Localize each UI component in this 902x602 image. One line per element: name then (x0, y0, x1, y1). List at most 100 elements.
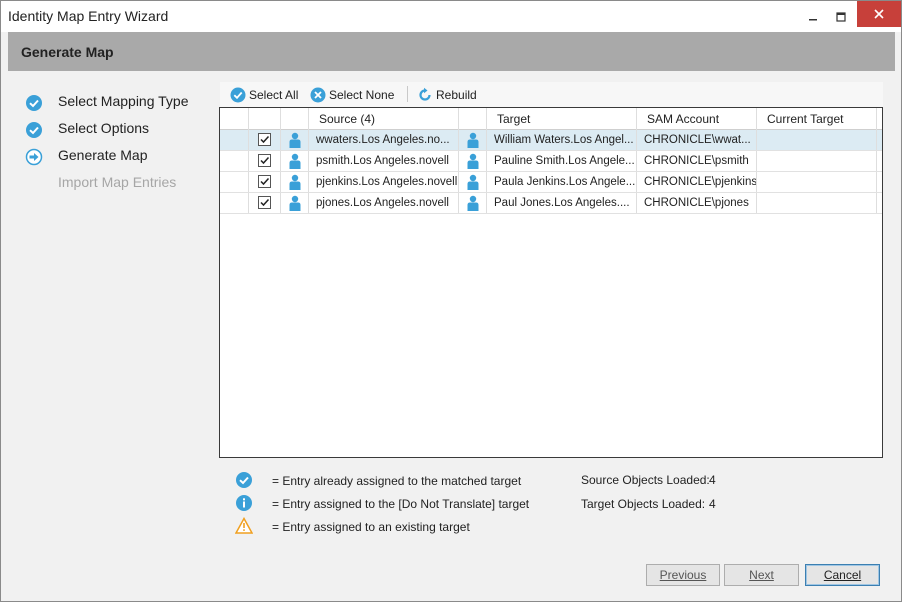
window-title: Identity Map Entry Wizard (8, 8, 169, 24)
next-button[interactable]: Next (724, 564, 799, 586)
step-select-mapping-type: Select Mapping Type (25, 89, 205, 116)
check-circle-icon (230, 87, 246, 103)
table-row[interactable]: pjones.Los Angeles.novell Paul Jones.Los… (220, 193, 882, 214)
table-row[interactable]: pjenkins.Los Angeles.novell Paula Jenkin… (220, 172, 882, 193)
wizard-steps: Select Mapping Type Select Options Gener… (25, 89, 205, 197)
column-header-checkbox[interactable] (249, 108, 281, 130)
current-target-cell (757, 151, 877, 171)
user-icon (467, 153, 479, 169)
step-generate-map: Generate Map (25, 143, 205, 170)
page-header: Generate Map (8, 32, 895, 71)
target-objects-stat: Target Objects Loaded: 4 (581, 497, 781, 515)
column-header-source-icon[interactable] (281, 108, 309, 130)
wizard-window: Identity Map Entry Wizard Generate Map S… (0, 0, 902, 602)
minimize-button[interactable] (799, 1, 827, 32)
table-row[interactable]: wwaters.Los Angeles.no... William Waters… (220, 130, 882, 151)
select-all-label: Select All (249, 88, 299, 102)
toolbar-separator (407, 86, 408, 102)
table-row[interactable]: psmith.Los Angeles.novell Pauline Smith.… (220, 151, 882, 172)
x-circle-icon (310, 87, 326, 103)
legend-text: = Entry already assigned to the matched … (272, 474, 522, 488)
refresh-icon (419, 87, 431, 101)
rebuild-button[interactable]: Rebuild (417, 85, 477, 105)
select-none-button[interactable]: Select None (310, 85, 394, 105)
target-objects-value: 4 (709, 497, 716, 511)
step-label: Select Mapping Type (58, 93, 189, 109)
sam-account-cell: CHRONICLE\wwat... (637, 130, 757, 150)
maximize-icon (836, 11, 846, 22)
column-header-current-target[interactable]: Current Target (757, 108, 877, 130)
user-icon (289, 153, 301, 169)
target-cell: Paul Jones.Los Angeles.... (487, 193, 637, 213)
next-label: Next (749, 568, 774, 582)
current-target-cell (757, 193, 877, 213)
warning-triangle-icon (235, 517, 253, 534)
sam-account-cell: CHRONICLE\pjenkins (637, 172, 757, 192)
previous-button[interactable]: Previous (646, 564, 720, 586)
column-header-target-icon[interactable] (459, 108, 487, 130)
row-checkbox[interactable] (258, 133, 271, 146)
checkmark-icon (260, 177, 270, 186)
target-objects-label: Target Objects Loaded: (581, 497, 706, 511)
info-circle-icon (236, 495, 252, 511)
cancel-button[interactable]: Cancel (805, 564, 880, 586)
grid-header: Source (4) Target SAM Account Current Ta… (220, 108, 882, 130)
source-cell: wwaters.Los Angeles.no... (309, 130, 459, 150)
user-icon (467, 132, 479, 148)
row-checkbox[interactable] (258, 196, 271, 209)
user-icon (289, 195, 301, 211)
source-objects-stat: Source Objects Loaded: 4 (581, 473, 781, 491)
checkmark-icon (260, 156, 270, 165)
column-header-status[interactable] (220, 108, 249, 130)
user-icon (289, 174, 301, 190)
source-cell: psmith.Los Angeles.novell (309, 151, 459, 171)
step-select-options: Select Options (25, 116, 205, 143)
step-label: Generate Map (58, 147, 148, 163)
column-header-source[interactable]: Source (4) (309, 108, 459, 130)
target-cell: Paula Jenkins.Los Angele... (487, 172, 637, 192)
user-icon (467, 174, 479, 190)
map-entries-grid: Source (4) Target SAM Account Current Ta… (219, 107, 883, 458)
user-icon (289, 132, 301, 148)
minimize-icon (809, 18, 817, 20)
select-none-label: Select None (329, 88, 395, 102)
close-icon (874, 9, 884, 19)
source-objects-label: Source Objects Loaded: (581, 473, 710, 487)
source-objects-value: 4 (709, 473, 716, 487)
column-header-target[interactable]: Target (487, 108, 637, 130)
column-header-sam-account[interactable]: SAM Account (637, 108, 757, 130)
previous-label: Previous (659, 568, 707, 582)
grid-toolbar: Select All Select None Rebuild (220, 82, 883, 107)
source-cell: pjones.Los Angeles.novell (309, 193, 459, 213)
user-icon (467, 195, 479, 211)
checkmark-icon (260, 135, 270, 144)
step-label: Select Options (58, 120, 150, 136)
legend-text: = Entry assigned to an existing target (272, 520, 470, 534)
legend-text: = Entry assigned to the [Do Not Translat… (272, 497, 530, 511)
page-title: Generate Map (21, 44, 114, 60)
select-all-button[interactable]: Select All (230, 85, 298, 105)
row-checkbox[interactable] (258, 154, 271, 167)
target-cell: William Waters.Los Angel... (487, 130, 637, 150)
step-label: Import Map Entries (58, 174, 177, 190)
target-cell: Pauline Smith.Los Angele... (487, 151, 637, 171)
check-circle-icon (25, 94, 43, 112)
current-target-cell (757, 172, 877, 192)
rebuild-label: Rebuild (436, 88, 477, 102)
arrow-right-circle-icon (25, 148, 43, 166)
title-bar: Identity Map Entry Wizard (1, 1, 901, 32)
cancel-label: Cancel (823, 568, 862, 582)
legend-item: = Entry already assigned to the matched … (235, 471, 555, 491)
sam-account-cell: CHRONICLE\psmith (637, 151, 757, 171)
maximize-button[interactable] (827, 1, 855, 32)
step-import-map-entries: Import Map Entries (25, 170, 205, 197)
row-checkbox[interactable] (258, 175, 271, 188)
legend-item: = Entry assigned to an existing target (235, 517, 555, 537)
check-circle-icon (25, 121, 43, 139)
sam-account-cell: CHRONICLE\pjones (637, 193, 757, 213)
checkmark-icon (260, 198, 270, 207)
legend-item: = Entry assigned to the [Do Not Translat… (235, 494, 555, 514)
check-circle-icon (236, 472, 252, 488)
source-cell: pjenkins.Los Angeles.novell (309, 172, 459, 192)
close-button[interactable] (857, 1, 901, 27)
